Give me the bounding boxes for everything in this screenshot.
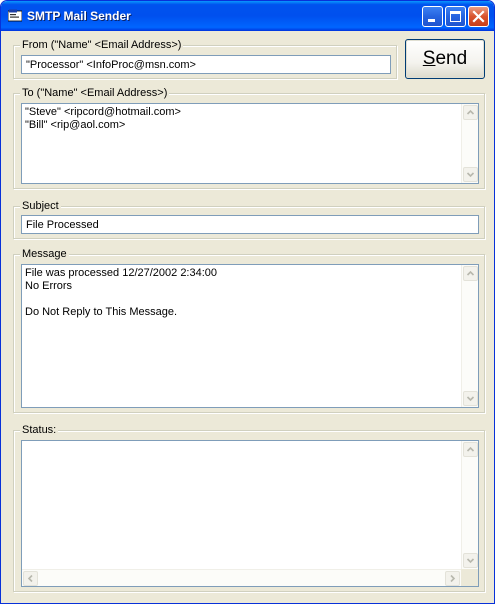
status-scroll-up-button[interactable] [463, 442, 478, 457]
status-scroll-down-button[interactable] [463, 553, 478, 568]
title-bar[interactable]: SMTP Mail Sender [1, 1, 494, 31]
to-scroll-up-button[interactable] [463, 105, 478, 120]
from-value: "Processor" <InfoProc@msn.com> [26, 59, 196, 71]
message-lines: File was processed 12/27/2002 2:34:00 No… [25, 267, 458, 319]
scrollbar-corner [461, 569, 478, 586]
message-textarea[interactable]: File was processed 12/27/2002 2:34:00 No… [21, 264, 479, 408]
send-button-label: end [435, 48, 468, 69]
to-vertical-scrollbar[interactable] [461, 104, 478, 183]
send-button[interactable]: Send [405, 39, 485, 79]
status-textarea[interactable] [21, 440, 479, 587]
window-title: SMTP Mail Sender [27, 9, 131, 23]
status-horizontal-scrollbar[interactable] [22, 569, 461, 586]
minimize-button[interactable] [422, 6, 443, 27]
message-vertical-scrollbar[interactable] [461, 265, 478, 407]
maximize-button[interactable] [445, 6, 466, 27]
from-group: From ("Name" <Email Address>) "Processor… [13, 38, 397, 79]
to-label: To ("Name" <Email Address>) [20, 86, 170, 100]
message-line: No Errors [25, 280, 73, 292]
from-input[interactable]: "Processor" <InfoProc@msn.com> [21, 55, 391, 74]
message-group: Message File was processed 12/27/2002 2:… [13, 247, 485, 413]
message-line: Do Not Reply to This Message. [25, 306, 178, 318]
message-line [25, 293, 458, 306]
main-window: SMTP Mail Sender From ("Name" <Email Add… [0, 0, 495, 604]
app-icon[interactable] [7, 9, 23, 22]
to-line: "Steve" <ripcord@hotmail.com> [25, 106, 181, 118]
to-line: "Bill" <rip@aol.com> [25, 119, 126, 131]
message-scroll-up-button[interactable] [463, 266, 478, 281]
subject-value: File Processed [26, 219, 99, 231]
status-vertical-scrollbar[interactable] [461, 441, 478, 569]
to-textarea[interactable]: "Steve" <ripcord@hotmail.com> "Bill" <ri… [21, 103, 479, 184]
message-line: File was processed 12/27/2002 2:34:00 [25, 267, 218, 279]
subject-input[interactable]: File Processed [21, 215, 479, 234]
status-label: Status: [20, 423, 59, 437]
close-button[interactable] [468, 6, 489, 27]
message-scroll-down-button[interactable] [463, 391, 478, 406]
subject-label: Subject [20, 199, 61, 213]
send-button-accel: S [422, 48, 436, 69]
status-group: Status: [13, 423, 485, 592]
to-scroll-down-button[interactable] [463, 167, 478, 182]
to-group: To ("Name" <Email Address>) "Steve" <rip… [13, 86, 485, 189]
from-label: From ("Name" <Email Address>) [20, 38, 184, 52]
to-lines: "Steve" <ripcord@hotmail.com> "Bill" <ri… [25, 106, 458, 132]
status-scroll-left-button[interactable] [23, 571, 38, 586]
message-label: Message [20, 247, 69, 261]
subject-group: Subject File Processed [13, 199, 485, 239]
status-scroll-right-button[interactable] [445, 571, 460, 586]
